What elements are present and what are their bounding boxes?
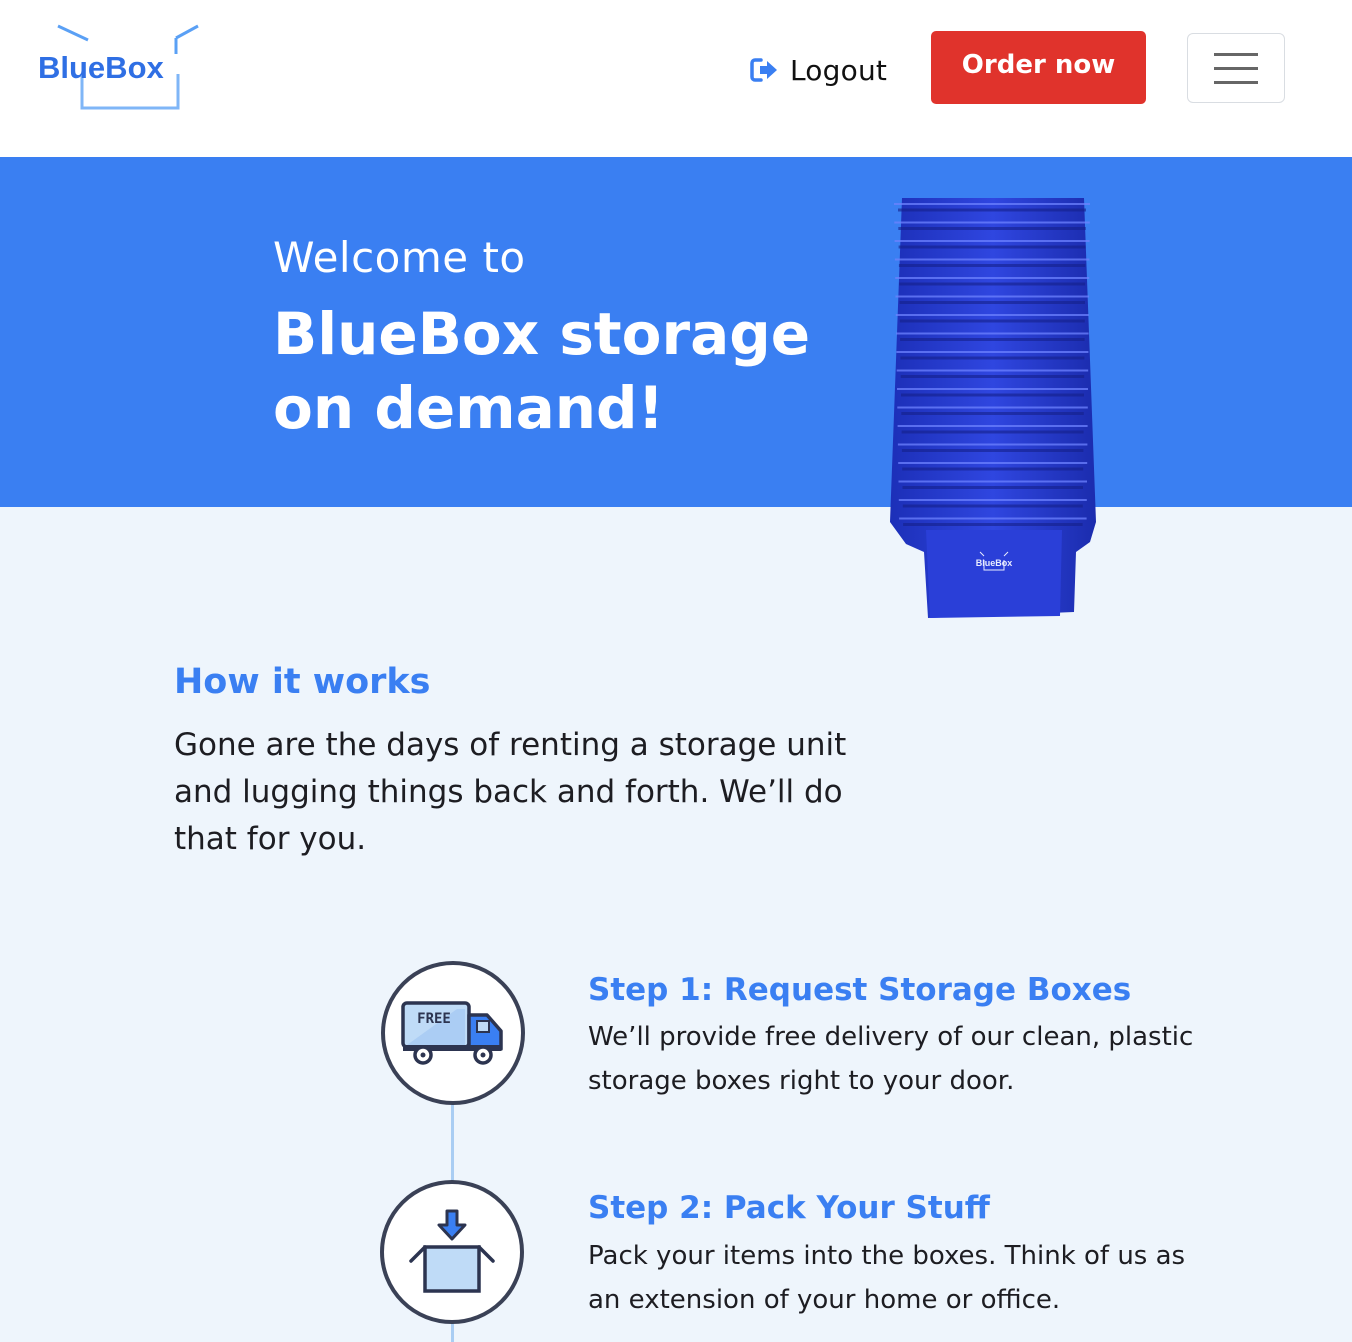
hero-banner: Welcome to BlueBox storage on demand!	[0, 157, 1352, 507]
site-header: BlueBox Logout Order now	[0, 0, 1352, 157]
bluebox-logo[interactable]: BlueBox	[38, 24, 218, 114]
menu-toggle-button[interactable]	[1187, 33, 1285, 103]
how-it-works-title: How it works	[174, 662, 431, 702]
bluebox-logo-icon: BlueBox	[38, 24, 199, 110]
hamburger-icon	[1214, 53, 1258, 84]
stacked-crates-image: BlueBox	[884, 192, 1102, 622]
step-1-circle: FREE	[381, 961, 525, 1105]
pack-box-icon	[409, 1209, 495, 1293]
svg-text:BlueBox: BlueBox	[976, 558, 1013, 568]
step-2-title: Step 2: Pack Your Stuff	[588, 1190, 990, 1226]
step-1-title: Step 1: Request Storage Boxes	[588, 972, 1132, 1008]
step-2-circle	[380, 1180, 524, 1324]
svg-text:BlueBox: BlueBox	[38, 50, 165, 85]
svg-text:FREE: FREE	[417, 1011, 451, 1027]
step-2-description: Pack your items into the boxes. Think of…	[588, 1241, 1186, 1315]
hero-welcome: Welcome to	[273, 233, 526, 282]
step-1-description: We’ll provide free delivery of our clean…	[588, 1022, 1194, 1096]
delivery-truck-icon: FREE	[401, 1001, 503, 1065]
logout-label: Logout	[790, 53, 888, 87]
hero-headline: BlueBox storage on demand!	[273, 300, 811, 442]
how-it-works-text: Gone are the days of renting a storage u…	[174, 727, 847, 857]
sign-out-icon	[750, 55, 780, 85]
order-now-button[interactable]: Order now	[931, 31, 1146, 104]
logout-link[interactable]: Logout	[750, 50, 887, 90]
